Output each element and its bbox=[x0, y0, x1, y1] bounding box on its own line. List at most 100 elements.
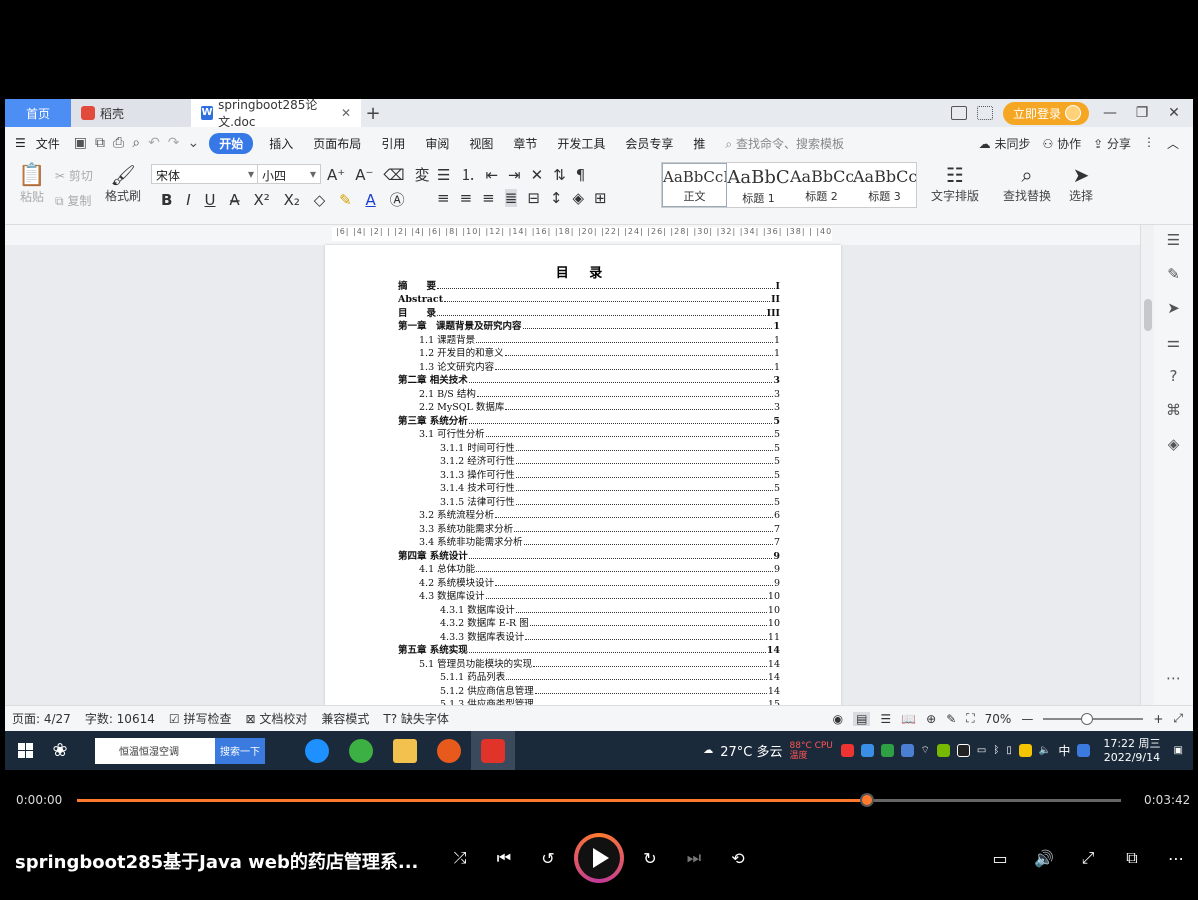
chinese-layout-icon[interactable]: ✕ bbox=[531, 166, 544, 184]
export-icon[interactable]: ⧉ bbox=[95, 135, 105, 151]
tab-document[interactable]: W springboot285论文.doc ✕ bbox=[191, 99, 361, 129]
taskbar-search[interactable]: 恒温恒湿空调 搜索一下 bbox=[95, 737, 265, 764]
usb-icon[interactable]: ▯ bbox=[1006, 745, 1012, 756]
next-icon[interactable]: ⏭ bbox=[682, 846, 706, 870]
horizontal-ruler[interactable]: |6| |4| |2| | |2| |4| |6| |8| |10| |12| … bbox=[5, 225, 1140, 245]
shuffle-icon[interactable]: ⤮ bbox=[448, 846, 472, 870]
command-search[interactable]: ⌕ 查找命令、搜索模板 bbox=[725, 135, 844, 152]
toc-entry[interactable]: 2.1 B/S 结构 3 bbox=[398, 386, 780, 400]
hamburger-menu-icon[interactable]: ☰ bbox=[5, 136, 36, 150]
toc-entry[interactable]: Abstract II bbox=[398, 292, 780, 305]
cut-button[interactable]: ✂ 剪切 bbox=[55, 167, 93, 184]
battery-icon[interactable]: ▭ bbox=[977, 745, 986, 756]
minimize-icon[interactable]: — bbox=[1099, 105, 1121, 121]
share-nodes-icon[interactable]: ◈ bbox=[1168, 435, 1180, 453]
file-explorer-icon[interactable] bbox=[383, 731, 427, 770]
menu-insert[interactable]: 插入 bbox=[259, 135, 303, 152]
pip-icon[interactable]: ⧉ bbox=[1120, 846, 1144, 870]
redo-icon[interactable]: ↷ bbox=[168, 135, 180, 151]
print-icon[interactable]: ⎙ bbox=[113, 135, 124, 151]
toc-entry[interactable]: 目 录 III bbox=[398, 305, 780, 319]
progress-knob[interactable] bbox=[860, 793, 875, 807]
toc-entry[interactable]: 摘 要I bbox=[398, 278, 780, 292]
login-button[interactable]: 立即登录 bbox=[1002, 101, 1089, 125]
toc-entry[interactable]: 第一章 课题背景及研究内容 1 bbox=[398, 319, 780, 332]
taskbar-search-text[interactable]: 恒温恒湿空调 bbox=[95, 743, 215, 758]
document-page[interactable]: 目 录 摘 要 I Abstract II 目 录 III 第一章 课题背景及研究内容 1 1.… bbox=[325, 245, 841, 705]
decrease-indent-icon[interactable]: ⇤ bbox=[485, 166, 498, 184]
toc-entry[interactable]: 第四章 系统设计 9 bbox=[398, 548, 780, 562]
zoom-level[interactable]: 70% bbox=[985, 712, 1012, 726]
app-360-icon[interactable]: ❀ bbox=[45, 740, 75, 761]
phonetic-icon[interactable]: 変 bbox=[415, 164, 430, 185]
subscript-icon[interactable]: X₂ bbox=[284, 191, 300, 209]
sort-icon[interactable]: ⇅ bbox=[553, 166, 566, 184]
tab-home[interactable]: 首页 bbox=[5, 99, 71, 127]
bold-icon[interactable]: B bbox=[161, 191, 172, 209]
toc-entry[interactable]: 3.1.4 技术可行性 5 bbox=[398, 481, 780, 494]
menu-more[interactable]: 推 bbox=[683, 135, 715, 152]
more-menu-icon[interactable]: ⋯ bbox=[1164, 846, 1188, 870]
menu-file[interactable]: 文件 bbox=[36, 135, 70, 152]
forward-30-icon[interactable]: ↻ bbox=[638, 846, 662, 870]
menu-start[interactable]: 开始 bbox=[209, 132, 254, 154]
scrollbar-thumb[interactable] bbox=[1144, 299, 1152, 331]
menu-references[interactable]: 引用 bbox=[371, 135, 415, 152]
eye-protect-icon[interactable]: ◉ bbox=[833, 712, 843, 726]
toc-entry[interactable]: 1.1 课题背景 1 bbox=[398, 332, 780, 346]
toc-entry[interactable]: 4.2 系统模块设计 9 bbox=[398, 575, 780, 589]
weather-icon[interactable]: ☁ bbox=[703, 745, 713, 756]
line-spacing-icon[interactable]: ↕ bbox=[550, 189, 563, 207]
ime-indicator[interactable]: 中 bbox=[1058, 742, 1070, 759]
outline-view-icon[interactable]: ☰ bbox=[880, 712, 891, 726]
tab-daoke[interactable]: 稻壳 bbox=[71, 99, 191, 127]
shrink-font-icon[interactable]: A⁻ bbox=[355, 166, 373, 184]
toc-entry[interactable]: 5.1.2 供应商信息管理 14 bbox=[398, 683, 780, 697]
select-button[interactable]: ➤ 选择 bbox=[1069, 163, 1093, 204]
more-options-icon[interactable]: ⋮ bbox=[1143, 135, 1155, 152]
format-painter-button[interactable]: 🖌 格式刷 bbox=[105, 163, 141, 204]
proofread-button[interactable]: ⊠ 文档校对 bbox=[238, 710, 314, 727]
toc-entry[interactable]: 1.2 开发目的和意义 1 bbox=[398, 346, 780, 359]
style-heading-2[interactable]: AaBbCc 标题 2 bbox=[790, 163, 853, 207]
zoom-knob[interactable] bbox=[1081, 712, 1094, 725]
network-icon[interactable]: ⌔ bbox=[921, 744, 930, 757]
more-chevron-icon[interactable]: ⌄ bbox=[188, 135, 200, 151]
tray-app-icon[interactable] bbox=[860, 744, 874, 757]
fit-page-icon[interactable]: ⛶ bbox=[966, 711, 974, 726]
border-icon[interactable]: ⊞ bbox=[594, 189, 607, 207]
menu-view[interactable]: 视图 bbox=[459, 135, 503, 152]
toc-entry[interactable]: 3.2 系统流程分析 6 bbox=[398, 508, 780, 521]
toc-entry[interactable]: 3.4 系统非功能需求分析 7 bbox=[398, 535, 780, 548]
menu-lines-icon[interactable]: ☰ bbox=[1167, 231, 1180, 249]
reading-view-icon[interactable]: 📖 bbox=[901, 712, 916, 726]
pointer-icon[interactable]: ➤ bbox=[1167, 299, 1180, 317]
shading-icon[interactable]: ◈ bbox=[572, 189, 584, 207]
previous-icon[interactable]: ⏮ bbox=[492, 846, 516, 870]
recorder-icon[interactable] bbox=[427, 731, 471, 770]
search-tray-icon[interactable] bbox=[1077, 744, 1091, 757]
tray-app-icon[interactable] bbox=[840, 744, 854, 757]
grid-apps-icon[interactable] bbox=[976, 106, 993, 120]
menu-page-layout[interactable]: 页面布局 bbox=[303, 135, 371, 152]
page-view-icon[interactable]: ▤ bbox=[853, 711, 871, 726]
clock[interactable]: 17:22 周三 2022/9/14 bbox=[1103, 737, 1160, 765]
toc-entry[interactable]: 2.2 MySQL 数据库 3 bbox=[398, 400, 780, 413]
zoom-slider[interactable] bbox=[1043, 712, 1144, 725]
write-mode-icon[interactable]: ✎ bbox=[946, 712, 956, 726]
layout-icon[interactable] bbox=[950, 106, 967, 120]
font-size-select[interactable]: 小四 ▾ bbox=[257, 164, 321, 184]
toc-entry[interactable]: 第五章 系统实现 14 bbox=[398, 643, 780, 656]
zoom-in-icon[interactable]: + bbox=[1153, 712, 1163, 726]
grow-font-icon[interactable]: A⁺ bbox=[327, 166, 345, 184]
toc-entry[interactable]: 5.1.1 药品列表 14 bbox=[398, 670, 780, 683]
preview-icon[interactable]: ⌕ bbox=[132, 135, 140, 151]
toc-entry[interactable]: 5.1 管理员功能模块的实现 14 bbox=[398, 656, 780, 670]
copy-button[interactable]: ⧉ 复制 bbox=[55, 192, 91, 209]
distribute-icon[interactable]: ⊟ bbox=[527, 189, 540, 207]
increase-indent-icon[interactable]: ⇥ bbox=[508, 166, 521, 184]
restore-icon[interactable]: ❐ bbox=[1131, 105, 1153, 121]
strikethrough-icon[interactable]: A̶ bbox=[229, 191, 239, 209]
save-icon[interactable]: ▣ bbox=[74, 135, 87, 151]
find-replace-button[interactable]: ⌕ 查找替换 bbox=[1003, 163, 1051, 204]
